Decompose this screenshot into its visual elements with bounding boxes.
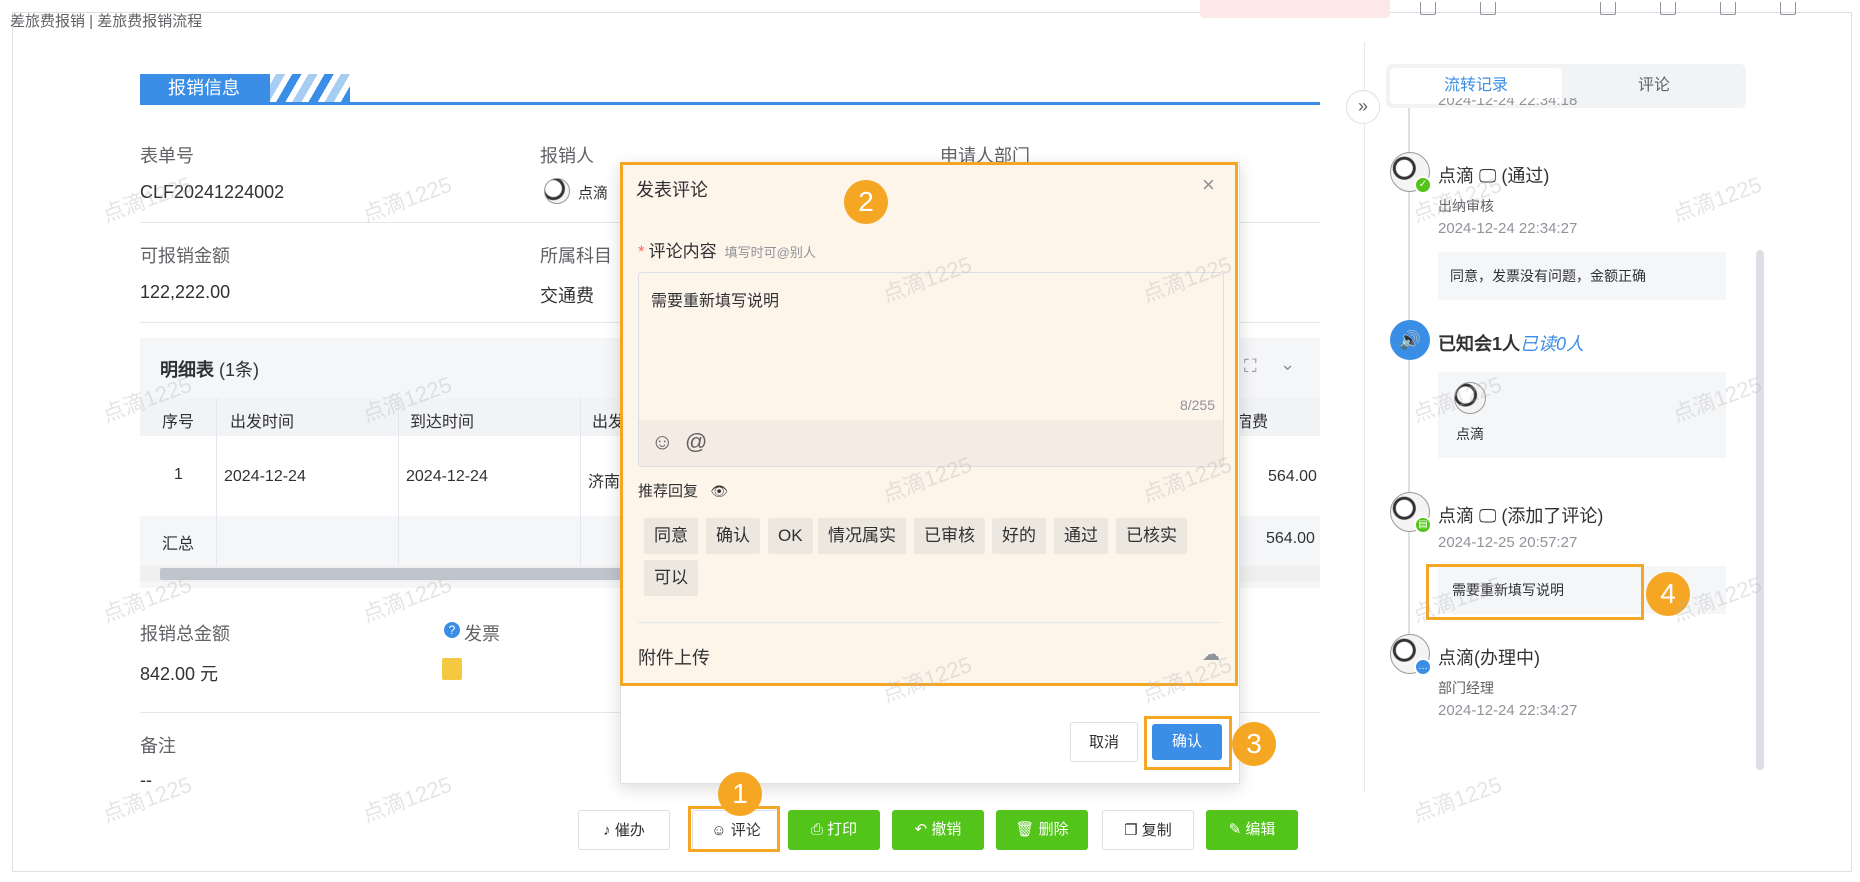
subject-label: 所属科目 [540,246,612,266]
col-divider [580,398,581,568]
section-underline [140,102,1320,105]
print-button[interactable]: ⎙ 打印 [788,810,880,850]
edit-icon: ✎ [1228,821,1246,838]
urge-button[interactable]: ♪ 催办 [578,810,670,850]
timeline-line [1408,108,1410,668]
printer-icon: ⎙ [810,821,828,838]
quick-reply-chip[interactable]: 已核实 [1116,518,1187,554]
quick-reply-chip[interactable]: 已审核 [914,518,985,554]
col-header: 宿费 [1236,414,1269,431]
section-header: 报销信息 [140,74,1320,105]
copy-button[interactable]: ❐ 复制 [1102,810,1194,850]
help-icon[interactable]: ? [444,622,460,638]
toolbar-icon[interactable] [1720,2,1736,15]
comment-textarea[interactable]: 需要重新填写说明 8/255 [638,272,1224,422]
chevron-down-icon[interactable]: ⌄ [1280,354,1295,375]
undo-icon: ↶ [914,821,932,838]
row-depart: 2024-12-24 [224,468,306,485]
top-controls [1200,0,1840,18]
summary-label: 汇总 [162,536,195,553]
entry-time: 2024-12-24 22:34:27 [1438,702,1578,719]
entry-time: 2024-12-24 22:34:27 [1438,220,1578,237]
notify-label: 已知会1人 [1438,334,1521,354]
claimant-label: 报销人 [540,146,594,166]
collapse-icon[interactable]: » [1346,90,1380,124]
breadcrumb: 差旅费报销 | 差旅费报销流程 [10,13,203,30]
quick-reply-chip[interactable]: 好的 [992,518,1046,554]
quick-reply-chip[interactable]: 确认 [706,518,760,554]
amount-label: 可报销金额 [140,246,230,266]
toolbar-icon[interactable] [1660,2,1676,15]
eye-icon[interactable]: 👁 [710,483,728,499]
mention-icon[interactable]: @ [685,429,707,455]
close-icon[interactable]: × [1202,172,1215,198]
recommend-label: 推荐回复 👁 [638,483,728,500]
row-arrive: 2024-12-24 [406,468,488,485]
expand-icon[interactable]: ⛶ [1244,356,1257,377]
toolbar-icon[interactable] [1600,2,1616,15]
step-badge: 1 [718,772,762,816]
nav-prev-icon[interactable] [1420,2,1436,15]
fullscreen-icon[interactable] [1780,2,1796,15]
remark-label: 备注 [140,736,176,756]
quick-reply-chip[interactable]: 可以 [644,560,698,596]
step-badge: 2 [844,180,888,224]
step-badge: 3 [1232,722,1276,766]
quick-reply-chip[interactable]: 通过 [1054,518,1108,554]
highlight-box [1144,716,1232,770]
section-stripes [270,74,350,102]
entry-sub: 部门经理 [1438,680,1494,696]
claimant-value: 点滴 [578,185,609,202]
status-pill [1200,0,1390,18]
row-no: 1 [174,466,183,483]
trash-icon: 🗑 [1015,821,1039,838]
quick-reply-chip[interactable]: 情况属实 [818,518,906,554]
bell-icon: ♪ [603,822,615,839]
entry-name: 点滴 🖵 (添加了评论) [1438,506,1604,526]
row-from: 济南 [588,474,621,491]
comment-text: 需要重新填写说明 [651,293,780,310]
entry-name: 点滴(办理中) [1438,648,1540,668]
entry-time: 2024-12-24 22:34:18 [1438,98,1578,108]
col-header: 到达时间 [410,414,475,431]
col-divider [216,398,217,568]
speaker-icon: 🔊 [1390,320,1430,360]
attachment-label: 附件上传 [638,648,710,668]
nav-next-icon[interactable] [1480,2,1496,15]
summary-fee: 564.00 [1266,530,1315,547]
subject-value: 交通费 [540,286,594,306]
total-label: 报销总金额 [140,624,230,644]
copy-icon: ❐ [1124,822,1142,839]
col-header: 序号 [162,414,195,431]
tab-comments[interactable]: 评论 [1566,68,1742,104]
quick-reply-chip[interactable]: 同意 [644,518,698,554]
pending-icon: … [1414,658,1432,676]
emoji-icon[interactable]: ☺ [651,429,673,455]
entry-comment: 同意，发票没有问题，金额正确 [1438,252,1726,300]
side-scrollbar[interactable] [1756,250,1764,770]
col-divider [398,398,399,568]
total-value: 842.00 元 [140,664,219,684]
char-counter: 8/255 [1179,397,1215,413]
section-title: 报销信息 [140,74,270,102]
invoice-label: 发票 [464,624,500,644]
divider [638,622,1222,623]
revoke-button[interactable]: ↶ 撤销 [892,810,984,850]
comment-field-label: * 评论内容 填写时可@别人 [638,242,816,261]
avatar [544,178,570,204]
edit-button[interactable]: ✎ 编辑 [1206,810,1298,850]
cancel-button[interactable]: 取消 [1070,722,1138,762]
image-icon[interactable] [442,658,462,680]
col-header: 出发时间 [230,414,295,431]
form-no-label: 表单号 [140,146,194,166]
entry-time: 2024-12-25 20:57:27 [1438,534,1578,551]
delete-button[interactable]: 🗑 删除 [996,810,1088,850]
dialog-title: 发表评论 [636,180,708,200]
notify-person: 点滴 [1456,426,1484,442]
amount-value: 122,222.00 [140,282,231,302]
quick-reply-chip[interactable]: OK [768,518,813,554]
read-label: 已读0人 [1520,334,1585,354]
comment-icon: ▤ [1414,516,1432,534]
row-fee: 564.00 [1268,468,1317,485]
